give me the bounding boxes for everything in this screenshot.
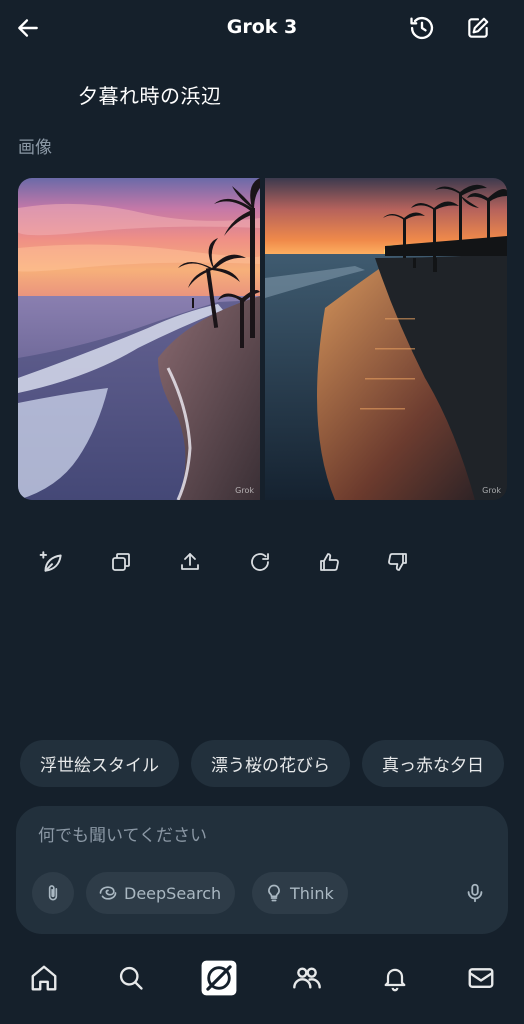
search-icon [119, 966, 143, 990]
grok-icon [201, 960, 237, 996]
deepsearch-button[interactable]: DeepSearch [86, 872, 236, 914]
composer: DeepSearch Think [16, 806, 508, 934]
history-button[interactable] [406, 12, 438, 44]
microphone-icon [467, 883, 483, 903]
page-title: Grok 3 [226, 16, 298, 38]
image-watermark: Grok [235, 486, 254, 495]
nav-messages[interactable] [461, 958, 501, 998]
image-watermark: Grok [482, 486, 501, 495]
lightbulb-icon [268, 884, 280, 902]
share-icon [181, 553, 199, 570]
thumbs-up-button[interactable] [311, 544, 347, 580]
suggestion-chip[interactable]: 浮世絵スタイル [20, 740, 179, 787]
deepsearch-label: DeepSearch [124, 883, 222, 903]
compose-icon [468, 17, 489, 38]
generated-image-2[interactable]: Grok [265, 178, 507, 500]
mail-icon [468, 968, 494, 988]
paperclip-icon [48, 885, 58, 901]
refresh-button[interactable] [242, 544, 278, 580]
communities-icon [293, 967, 321, 989]
suggestion-chip[interactable]: 真っ赤な夕日 [362, 740, 504, 787]
think-button[interactable]: Think [252, 872, 348, 914]
nav-notifications[interactable] [375, 958, 415, 998]
refresh-icon [251, 553, 269, 571]
nav-grok[interactable] [199, 958, 239, 998]
generated-images: Grok Grok [18, 178, 507, 500]
home-icon [31, 965, 57, 991]
attach-button[interactable] [32, 872, 74, 914]
top-bar: Grok 3 [0, 0, 524, 56]
generated-image-1[interactable]: Grok [18, 178, 260, 500]
suggestion-chip[interactable]: 漂う桜の花びら [191, 740, 350, 787]
message-actions [0, 540, 524, 584]
new-chat-button[interactable] [462, 12, 494, 44]
voice-input-button[interactable] [454, 872, 496, 914]
history-icon [410, 16, 434, 40]
message-input[interactable] [38, 826, 478, 846]
beach-sunset-image-1 [18, 178, 260, 500]
think-label: Think [290, 883, 334, 903]
grok-chat-screen: Grok 3 夕暮れ時の浜辺 画像 Grok Grok 浮世絵スタイル 漂う桜の… [0, 0, 524, 1024]
images-section-label: 画像 [18, 138, 52, 158]
deepsearch-swirl-icon [99, 886, 117, 900]
thumbs-down-button[interactable] [380, 544, 416, 580]
bottom-nav [0, 950, 524, 1006]
regenerate-button[interactable] [34, 544, 70, 580]
nav-home[interactable] [24, 958, 64, 998]
share-button[interactable] [172, 544, 208, 580]
suggestion-chips: 浮世絵スタイル 漂う桜の花びら 真っ赤な夕日 [20, 740, 504, 787]
nav-communities[interactable] [287, 958, 327, 998]
copy-button[interactable] [103, 544, 139, 580]
nav-search[interactable] [111, 958, 151, 998]
copy-icon [112, 553, 130, 571]
beach-sunset-image-2 [265, 178, 507, 500]
regenerate-leaf-icon [39, 551, 62, 572]
bell-icon [384, 968, 406, 992]
thumbs-down-icon [388, 553, 407, 571]
thumbs-up-icon [320, 553, 339, 571]
user-message: 夕暮れ時の浜辺 [78, 84, 222, 108]
